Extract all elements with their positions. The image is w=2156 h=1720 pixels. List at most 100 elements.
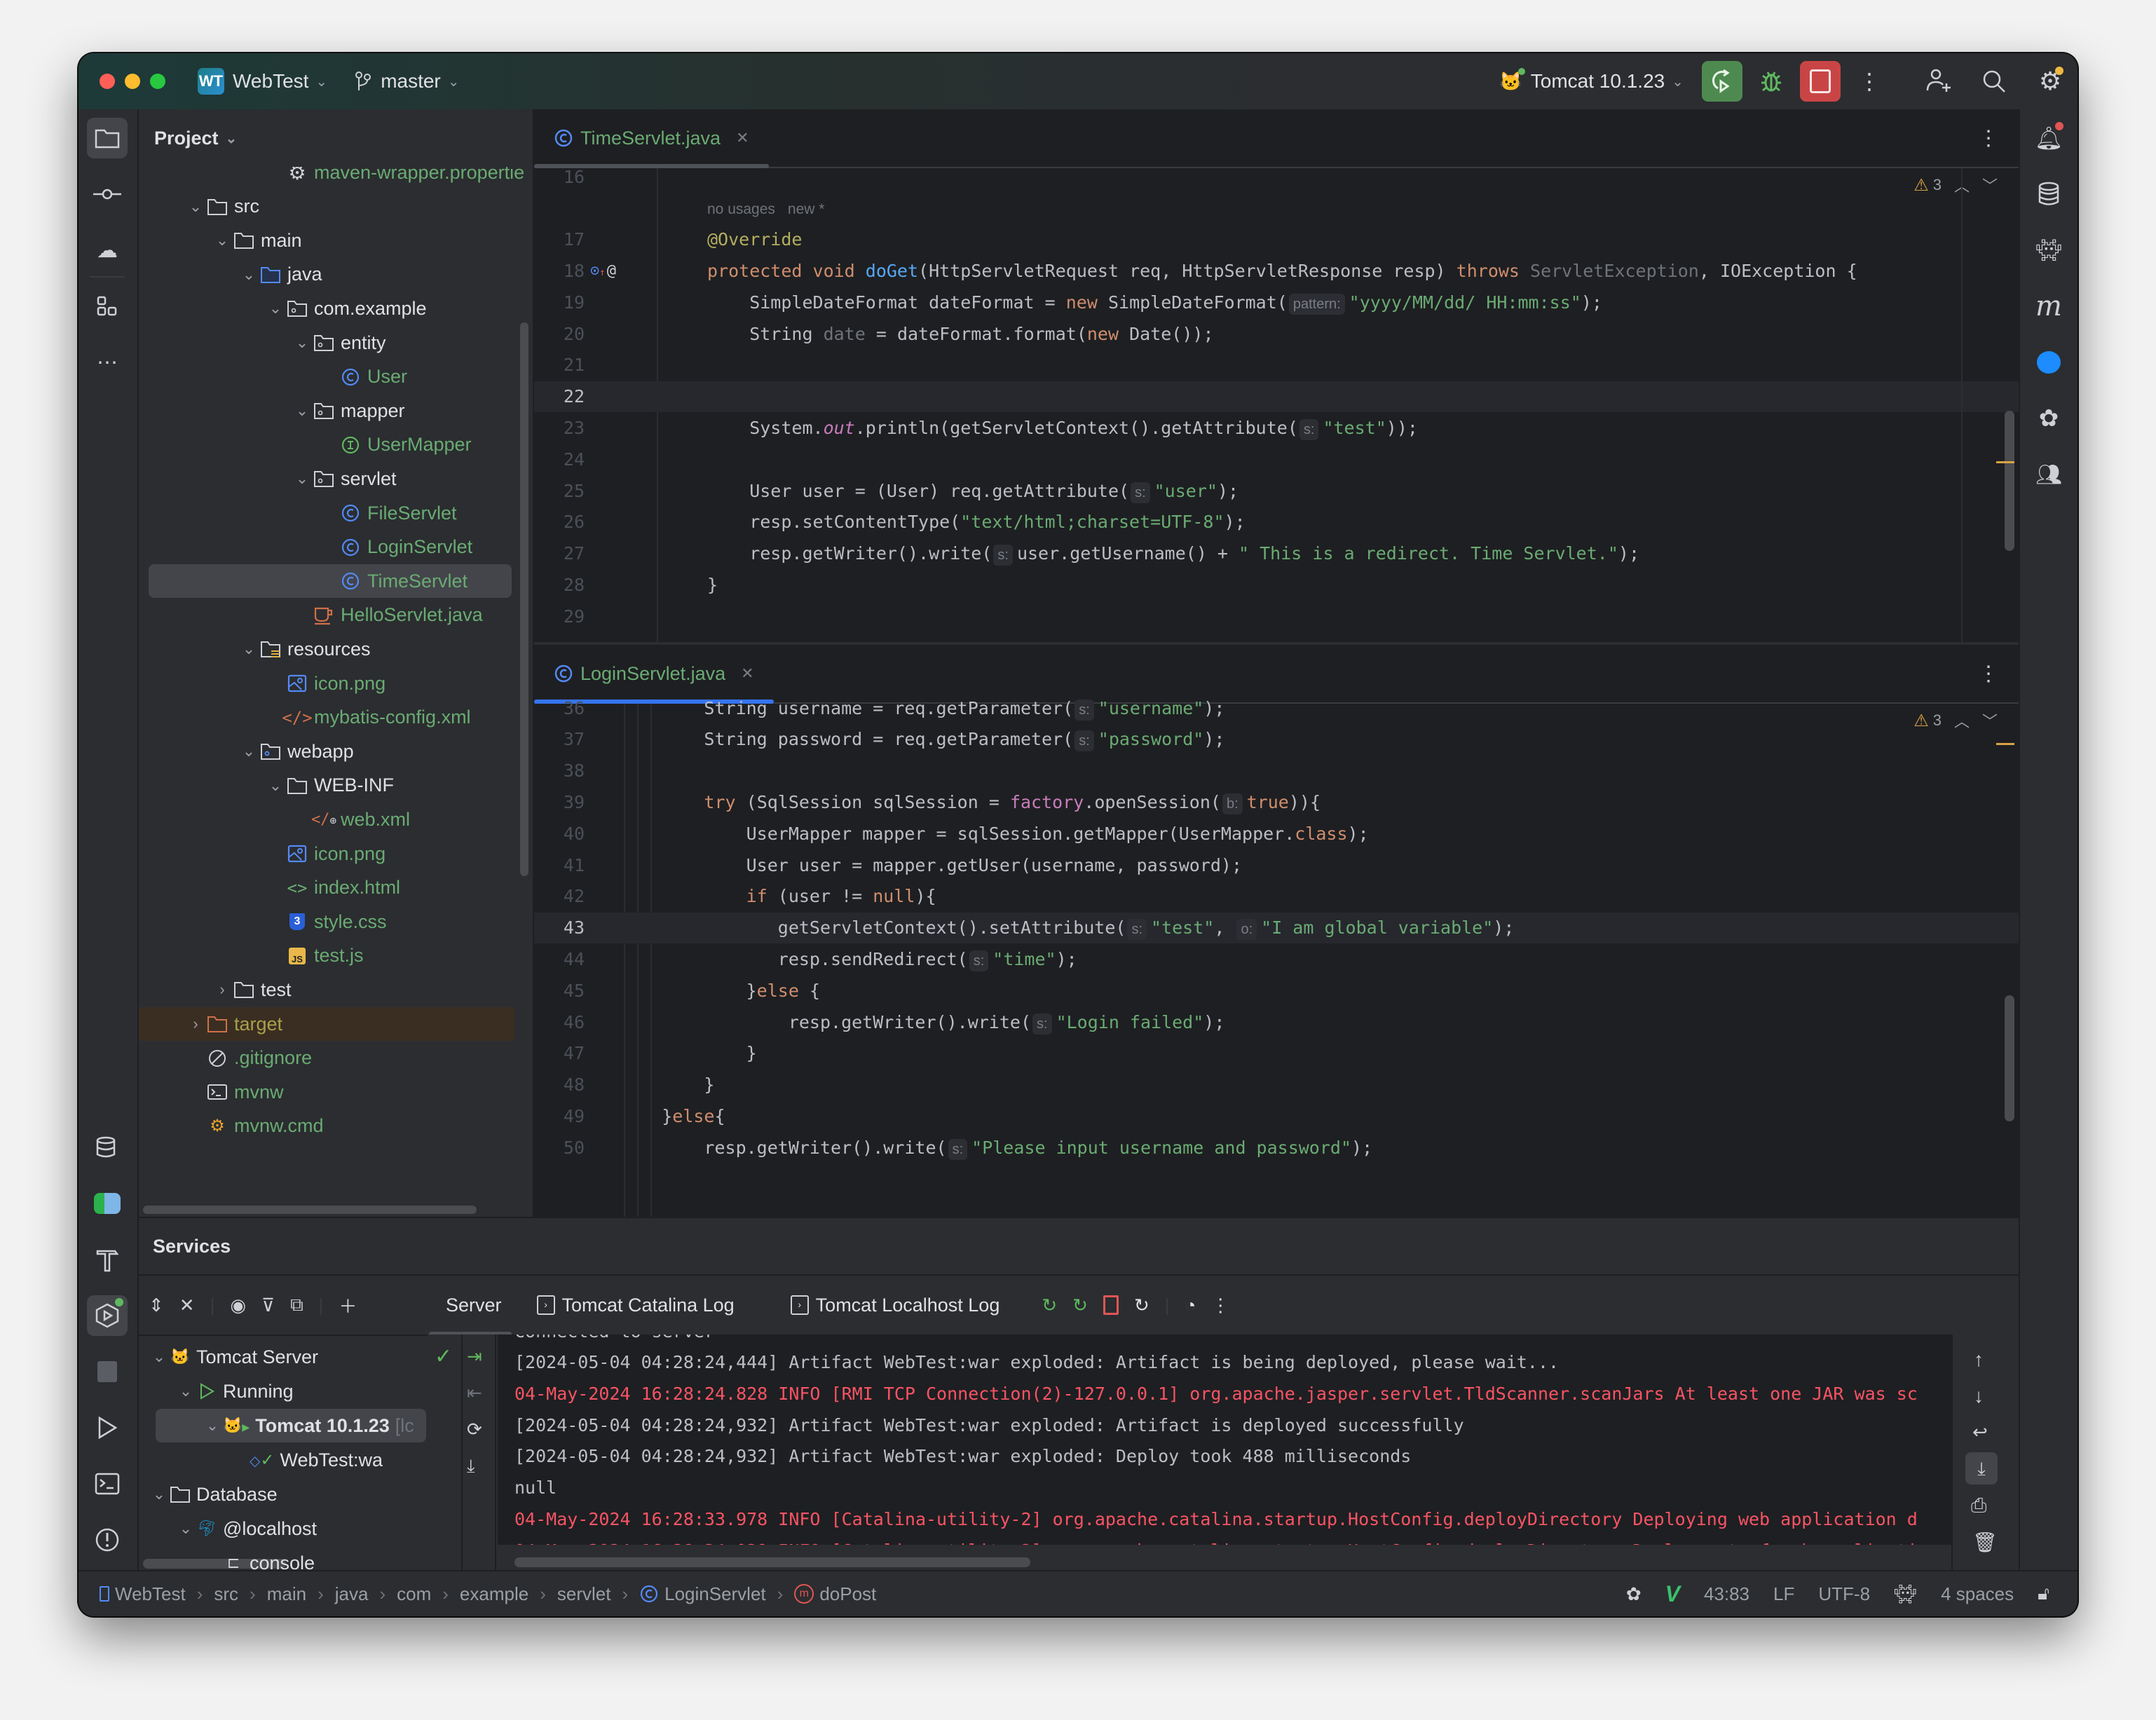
code-area[interactable]: 16 no usages new * 17 @Override 18 protected v… <box>534 167 2019 642</box>
expand-all-icon[interactable]: ⇕ <box>149 1295 164 1316</box>
database-changes-tool-button[interactable] <box>87 1127 128 1168</box>
update-app-icon[interactable]: ↻ <box>1134 1295 1149 1316</box>
scroll-up-icon[interactable]: ↑ <box>1974 1349 1984 1371</box>
breadcrumb-item[interactable]: com <box>397 1583 431 1605</box>
service-tree-item[interactable]: ⌄ 🐬︎ @localhost <box>175 1512 317 1545</box>
search-everywhere-button[interactable] <box>1974 61 2014 102</box>
code-line[interactable]: 17 @Override <box>534 224 2019 255</box>
code-line[interactable]: 28} <box>534 569 2019 600</box>
line-number[interactable]: 16 <box>534 167 585 187</box>
tree-item[interactable]: ⚙ mvnw.cmd <box>185 1110 323 1143</box>
more-actions-button[interactable]: ⋮ <box>1849 61 1890 102</box>
editor-vertical-scrollbar[interactable] <box>2005 995 2014 1121</box>
line-number[interactable]: 20 <box>534 324 585 344</box>
code-line[interactable]: 25 User user = (User) req.getAttribute(s… <box>534 475 2019 506</box>
run-tool-button[interactable] <box>87 1407 128 1448</box>
tree-item[interactable]: ⚙ maven-wrapper.propertie <box>265 167 524 189</box>
chevron-down-icon[interactable]: ⌄ <box>238 742 259 760</box>
breadcrumb-item[interactable]: LoginServlet <box>664 1583 766 1605</box>
code-with-me-button[interactable] <box>1918 61 1958 102</box>
stop-button[interactable] <box>1800 61 1841 102</box>
code-line[interactable]: 19 SimpleDateFormat dateFormat = new Sim… <box>534 287 2019 318</box>
tree-item[interactable]: › test <box>212 973 291 1006</box>
code-line[interactable]: 47 } <box>534 1038 2019 1069</box>
rerun-server-icon[interactable]: ↻ <box>1042 1295 1057 1316</box>
code-line[interactable]: 41 User user = mapper.getUser(username, … <box>534 849 2019 880</box>
chevron-down-icon[interactable]: ⌄ <box>185 198 206 216</box>
chevron-down-icon[interactable]: ⌄ <box>212 231 233 250</box>
project-tool-button[interactable] <box>87 118 128 158</box>
ai-status-icon[interactable]: ✿ <box>1626 1583 1642 1605</box>
services-tool-button[interactable] <box>87 1295 128 1336</box>
tree-item[interactable]: HelloServlet.java <box>292 599 483 632</box>
notifications-button[interactable]: 🔔︎ <box>2028 118 2069 158</box>
copilot-chat-button[interactable]: 👥︎ <box>2028 454 2069 495</box>
chevron-down-icon[interactable]: ⌄ <box>292 334 313 352</box>
code-line[interactable]: 43 getServletContext().setAttribute(s: "t… <box>534 912 2019 943</box>
debug-button[interactable] <box>1751 61 1792 102</box>
code-line[interactable]: 37 String password = req.getParameter(s:… <box>534 724 2019 755</box>
add-service-icon[interactable]: ＋ <box>339 1292 357 1318</box>
code-line[interactable]: 29 <box>534 601 2019 632</box>
line-number[interactable]: 47 <box>534 1043 585 1063</box>
undeploy-icon[interactable]: ⇤ <box>467 1382 482 1404</box>
rerun-button[interactable] <box>1702 61 1742 102</box>
tree-item[interactable]: <> index.html <box>265 871 401 905</box>
service-tree-item[interactable]: ⌄ 🐱 Tomcat Server <box>149 1340 318 1374</box>
author-inlay[interactable]: new * <box>788 201 825 217</box>
code-line[interactable]: 42 if (user != null){ <box>534 881 2019 912</box>
close-tab-icon[interactable]: ✕ <box>741 664 753 683</box>
copilot-tool-button[interactable]: 👾︎ <box>2028 230 2069 271</box>
line-number[interactable]: 45 <box>534 981 585 1001</box>
line-number[interactable]: 44 <box>534 949 585 969</box>
breadcrumb-item[interactable]: example <box>460 1583 528 1605</box>
minimize-window-button[interactable] <box>125 74 140 89</box>
tree-item[interactable]: UserMapper <box>318 428 472 462</box>
line-number[interactable]: 50 <box>534 1138 585 1158</box>
chevron-down-icon[interactable]: ⌄ <box>149 1348 170 1366</box>
tree-item[interactable]: FileServlet <box>318 496 457 530</box>
maven-tool-button[interactable]: m <box>2028 286 2069 327</box>
code-line[interactable]: 44 resp.sendRedirect(s: "time"); <box>534 943 2019 974</box>
code-line[interactable]: 20 String date = dateFormat.format(new D… <box>534 318 2019 349</box>
run-config-selector[interactable]: 🐱 Tomcat 10.1.23 ⌄ <box>1499 67 1684 93</box>
line-number[interactable]: 23 <box>534 418 585 438</box>
line-number[interactable]: 17 <box>534 229 585 250</box>
code-line[interactable]: 18 protected void doGet(HttpServletReques… <box>534 255 2019 286</box>
inspection-widget[interactable]: ⚠3 ︿ ﹀ <box>1913 709 1998 732</box>
chevron-down-icon[interactable]: ⌄ <box>175 1520 196 1538</box>
settings-button[interactable]: ⚙ <box>2030 61 2070 102</box>
ai-assistant-button[interactable]: ✿ <box>2028 398 2069 439</box>
project-badge[interactable]: WT <box>198 68 224 95</box>
line-number[interactable]: 27 <box>534 543 585 564</box>
copilot-status-icon[interactable]: 👾︎ <box>1894 1583 1917 1605</box>
line-number[interactable]: 38 <box>534 760 585 781</box>
line-number[interactable]: 18 <box>534 261 585 281</box>
project-tree-vertical-scrollbar[interactable] <box>520 322 528 876</box>
copilot-chat-tool-button[interactable]: ☁ <box>87 230 128 271</box>
console-horizontal-scrollbar[interactable] <box>514 1557 1030 1567</box>
tree-item[interactable]: </> mybatis-config.xml <box>265 701 470 735</box>
code-line[interactable]: 36 String username = req.getParameter(s:… <box>534 692 2019 723</box>
line-number[interactable]: 25 <box>534 481 585 501</box>
code-line[interactable]: 50 resp.getWriter().write(s: "Please inpu… <box>534 1132 2019 1163</box>
line-number[interactable]: 40 <box>534 824 585 844</box>
next-highlight-icon[interactable]: ﹀ <box>1982 174 1998 196</box>
scroll-down-icon[interactable]: ↓ <box>1974 1385 1984 1407</box>
line-number[interactable]: 49 <box>534 1106 585 1126</box>
tree-item[interactable]: mvnw <box>185 1075 284 1109</box>
tree-item[interactable]: LoginServlet <box>318 531 472 564</box>
tree-item[interactable]: TimeServlet <box>149 564 512 599</box>
tree-item[interactable]: ⌄ java <box>238 258 322 292</box>
code-line[interactable]: 27 resp.getWriter().write(s: user.getUser… <box>534 538 2019 569</box>
code-line[interactable]: 45 }else { <box>534 975 2019 1006</box>
tree-item[interactable]: ⌄ resources <box>238 632 371 666</box>
code-line[interactable]: 39 try (SqlSession sqlSession = factory.… <box>534 786 2019 817</box>
branch-selector[interactable]: master ⌄ <box>354 70 460 93</box>
tab-time-servlet[interactable]: TimeServlet.java ✕ <box>534 109 769 168</box>
vim-plugin-icon[interactable]: V <box>1665 1581 1680 1607</box>
chevron-down-icon[interactable]: ⌄ <box>292 470 313 488</box>
tree-item[interactable]: .gitignore <box>185 1042 312 1075</box>
filter-icon[interactable]: ⊽ <box>261 1295 275 1316</box>
trash-icon[interactable]: 🗑 <box>1972 1531 1998 1554</box>
